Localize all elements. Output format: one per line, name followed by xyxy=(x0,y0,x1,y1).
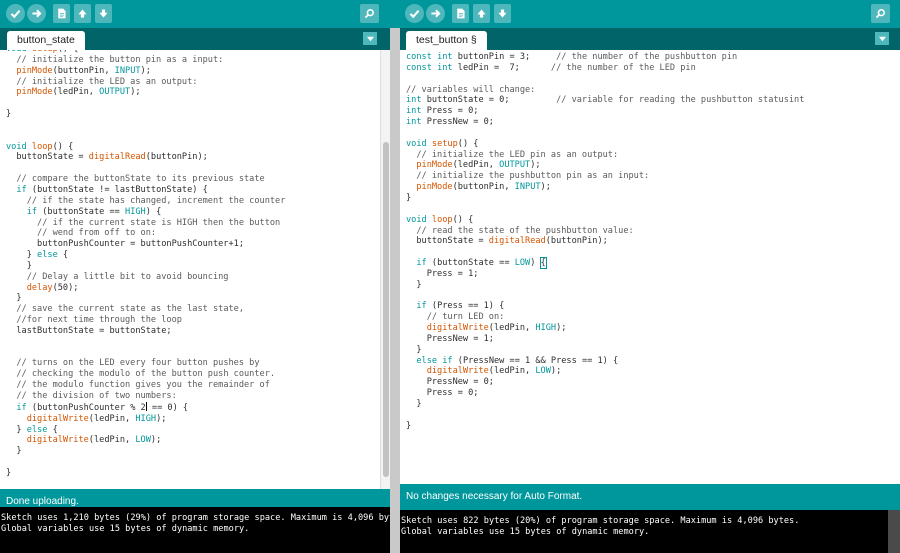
left-code-editor[interactable]: void setup() { // initialize the button … xyxy=(0,50,390,489)
tab-test-button[interactable]: test_button § xyxy=(406,31,487,50)
left-code-text: void setup() { // initialize the button … xyxy=(6,50,286,478)
console-line: Sketch uses 1,210 bytes (29%) of program… xyxy=(1,513,390,523)
left-console: Sketch uses 1,210 bytes (29%) of program… xyxy=(0,507,390,553)
tab-button-state[interactable]: button_state xyxy=(7,31,85,50)
console-line: Global variables use 15 bytes of dynamic… xyxy=(401,527,650,537)
background-window-strip xyxy=(390,0,400,28)
upload-icon[interactable] xyxy=(426,4,445,23)
left-toolbar xyxy=(0,0,390,28)
right-tabbar: test_button § xyxy=(400,28,900,50)
open-icon[interactable] xyxy=(473,4,490,23)
window-gap xyxy=(390,0,400,553)
right-ide-window: test_button § const int buttonPin = 3; /… xyxy=(400,0,900,553)
right-code-editor[interactable]: const int buttonPin = 3; // the number o… xyxy=(400,50,900,489)
scrollbar-thumb[interactable] xyxy=(383,142,389,477)
new-icon[interactable] xyxy=(452,4,469,23)
right-console: Sketch uses 822 bytes (20%) of program s… xyxy=(400,510,888,553)
open-icon[interactable] xyxy=(74,4,91,23)
right-toolbar xyxy=(400,0,900,28)
right-status-bar: No changes necessary for Auto Format. xyxy=(400,484,900,510)
verify-icon[interactable] xyxy=(6,4,25,23)
serial-monitor-icon[interactable] xyxy=(360,4,379,23)
save-icon[interactable] xyxy=(494,4,511,23)
left-ide-window: button_state void setup() { // initializ… xyxy=(0,0,390,553)
upload-icon[interactable] xyxy=(27,4,46,23)
right-console-scrollbar[interactable] xyxy=(888,510,900,553)
new-icon[interactable] xyxy=(53,4,70,23)
right-code-text: const int buttonPin = 3; // the number o… xyxy=(406,52,805,431)
left-tabbar: button_state xyxy=(0,28,390,50)
left-editor-scrollbar[interactable] xyxy=(380,50,390,489)
tab-menu-chevron-down-icon[interactable] xyxy=(363,32,377,45)
console-line: Sketch uses 822 bytes (20%) of program s… xyxy=(401,516,800,526)
save-icon[interactable] xyxy=(95,4,112,23)
serial-monitor-icon[interactable] xyxy=(871,4,890,23)
verify-icon[interactable] xyxy=(405,4,424,23)
console-line: Global variables use 15 bytes of dynamic… xyxy=(1,524,250,534)
tab-menu-chevron-down-icon[interactable] xyxy=(875,32,889,45)
